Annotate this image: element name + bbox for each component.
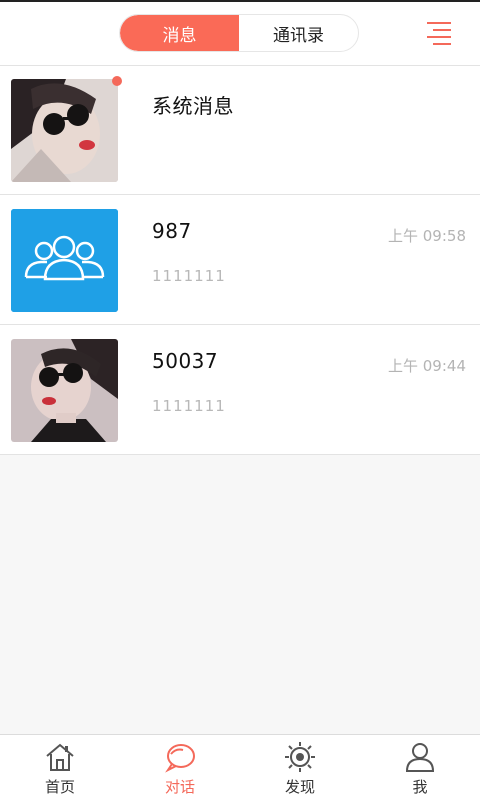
conversation-list: 系统消息 987 上午 09:58 1111111 50037 上午 09:44… [0, 66, 480, 455]
tab-chat[interactable]: 对话 [120, 735, 240, 800]
tab-contacts[interactable]: 通讯录 [239, 15, 358, 51]
discover-icon [285, 742, 315, 772]
menu-button[interactable] [424, 20, 454, 50]
conversation-title: 系统消息 [152, 94, 234, 118]
tab-label: 我 [412, 778, 428, 796]
chat-bubble-icon [165, 744, 195, 773]
group-avatar [11, 209, 118, 312]
top-bar: 消息 通讯录 [0, 0, 480, 66]
tab-label: 发现 [284, 778, 315, 796]
photo-avatar [11, 339, 118, 442]
tab-label: 首页 [44, 778, 75, 796]
tab-label: 对话 [164, 778, 195, 796]
conversation-preview: 1111111 [152, 397, 226, 415]
tab-discover[interactable]: 发现 [240, 735, 360, 800]
conversation-time: 上午 09:44 [388, 357, 466, 375]
tab-home[interactable]: 首页 [0, 735, 120, 800]
tab-me[interactable]: 我 [360, 735, 480, 800]
conversation-row[interactable]: 系统消息 [0, 66, 480, 195]
photo-avatar [11, 79, 118, 182]
conversation-title: 50037 [152, 349, 219, 373]
conversation-title: 987 [152, 219, 192, 243]
conversation-time: 上午 09:58 [388, 227, 466, 245]
home-icon [46, 743, 74, 771]
conversation-preview: 1111111 [152, 267, 226, 285]
conversation-row[interactable]: 50037 上午 09:44 1111111 [0, 325, 480, 455]
bottom-tab-bar: 首页 对话 发现 我 [0, 734, 480, 800]
segmented-control: 消息 通讯录 [119, 14, 359, 52]
menu-lines-icon [427, 22, 451, 45]
group-icon [11, 209, 118, 312]
unread-badge [112, 76, 122, 86]
conversation-row[interactable]: 987 上午 09:58 1111111 [0, 195, 480, 325]
tab-messages[interactable]: 消息 [120, 15, 239, 51]
person-icon [405, 743, 435, 772]
